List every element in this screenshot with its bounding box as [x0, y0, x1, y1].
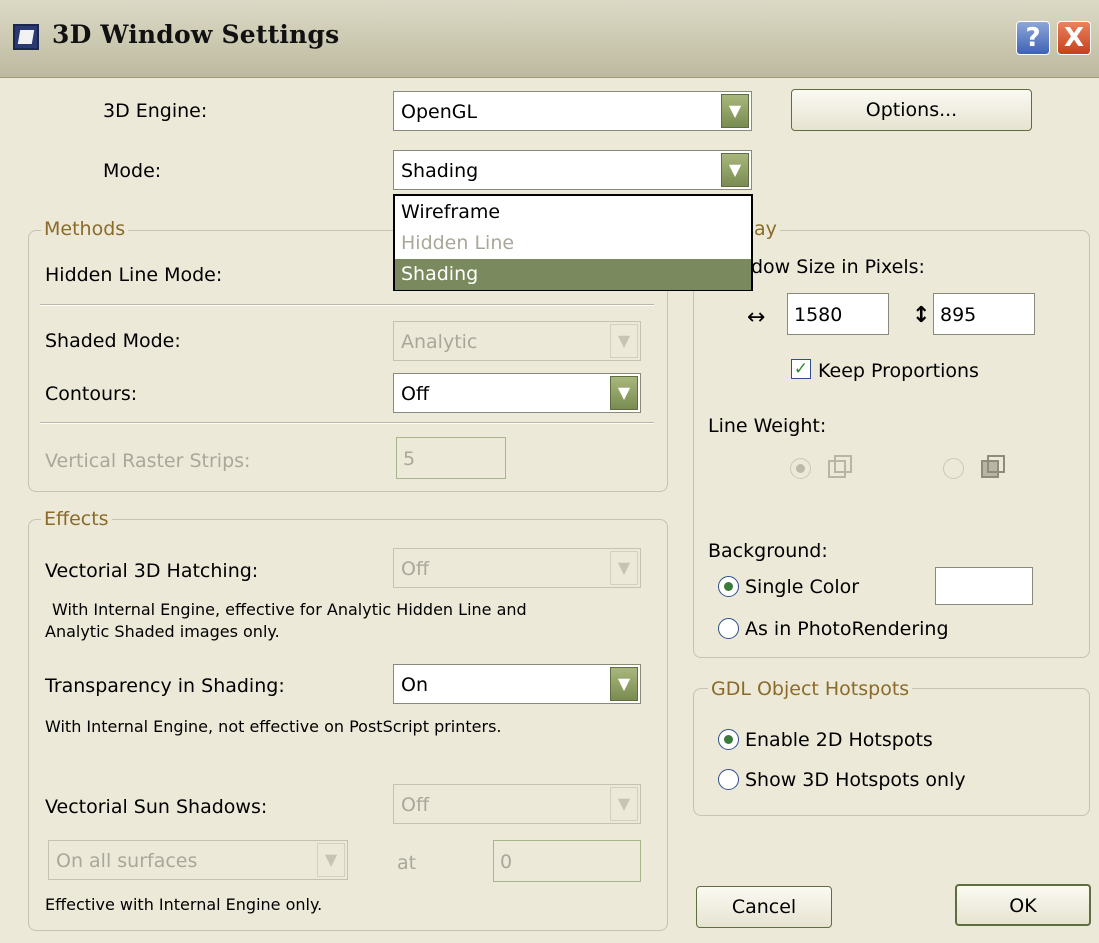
shaded-mode-select[interactable]: Analytic ▼ — [393, 321, 641, 361]
sun-shadows-label: Vectorial Sun Shadows: — [45, 796, 268, 818]
chevron-down-icon[interactable]: ▼ — [317, 843, 345, 877]
mode-dropdown-list: Wireframe Hidden Line Shading — [393, 194, 753, 291]
chevron-down-icon[interactable]: ▼ — [610, 551, 638, 585]
hatching-select[interactable]: Off ▼ — [393, 548, 641, 588]
width-arrow-icon: ↔ — [747, 305, 766, 330]
transparency-label: Transparency in Shading: — [45, 675, 285, 697]
enable-2d-label: Enable 2D Hotspots — [745, 729, 933, 751]
sun-shadows-value: Off — [401, 794, 430, 816]
mode-select[interactable]: Shading ▼ — [393, 150, 752, 190]
height-value: 895 — [940, 304, 977, 326]
hatching-value: Off — [401, 558, 430, 580]
shaded-mode-label: Shaded Mode: — [45, 330, 181, 352]
divider — [40, 304, 654, 306]
engine-select[interactable]: OpenGL ▼ — [393, 91, 752, 131]
hatching-note-1: With Internal Engine, effective for Anal… — [52, 600, 527, 619]
gdl-group — [693, 688, 1090, 816]
transparency-note: With Internal Engine, not effective on P… — [45, 717, 502, 736]
help-button[interactable]: ? — [1016, 21, 1050, 55]
dropdown-item-wireframe[interactable]: Wireframe — [395, 197, 751, 228]
show-3d-radio[interactable] — [718, 769, 739, 790]
contours-select[interactable]: Off ▼ — [393, 373, 641, 413]
engine-label: 3D Engine: — [103, 100, 208, 122]
contours-label: Contours: — [45, 383, 138, 405]
dropdown-item-hidden-line[interactable]: Hidden Line — [395, 228, 751, 259]
photorendering-label: As in PhotoRendering — [745, 618, 949, 640]
at-label: at — [397, 852, 417, 874]
line-weight-radio-2[interactable] — [943, 458, 964, 479]
chevron-down-icon[interactable]: ▼ — [610, 667, 638, 701]
hatching-label: Vectorial 3D Hatching: — [45, 560, 259, 582]
dropdown-item-shading[interactable]: Shading — [395, 259, 751, 290]
height-field[interactable]: 895 — [933, 293, 1035, 335]
gdl-legend: GDL Object Hotspots — [708, 678, 913, 700]
mode-value: Shading — [401, 160, 479, 182]
line-weight-label: Line Weight: — [708, 415, 827, 437]
solid-box-icon — [981, 455, 1005, 478]
raster-field[interactable]: 5 — [396, 437, 506, 479]
background-label: Background: — [708, 540, 828, 562]
width-value: 1580 — [794, 304, 843, 326]
sun-shadows-select[interactable]: Off ▼ — [393, 784, 641, 824]
keep-proportions-label: Keep Proportions — [818, 360, 979, 382]
chevron-down-icon[interactable]: ▼ — [721, 94, 749, 128]
divider — [40, 422, 654, 424]
app-icon — [13, 24, 39, 50]
transparency-value: On — [401, 674, 428, 696]
single-color-radio[interactable] — [718, 576, 739, 597]
raster-label: Vertical Raster Strips: — [45, 450, 251, 472]
close-button[interactable]: X — [1057, 21, 1091, 55]
surfaces-value: On all surfaces — [56, 850, 198, 872]
hidden-line-mode-label: Hidden Line Mode: — [45, 264, 223, 286]
line-weight-radio-1[interactable] — [790, 458, 811, 479]
at-field[interactable]: 0 — [493, 840, 641, 882]
window-size-label: dow Size in Pixels: — [751, 256, 925, 278]
hatching-note-2: Analytic Shaded images only. — [45, 622, 280, 641]
show-3d-label: Show 3D Hotspots only — [745, 769, 966, 791]
color-swatch[interactable] — [935, 567, 1033, 605]
height-arrow-icon: ↕ — [912, 303, 931, 328]
raster-value: 5 — [403, 448, 416, 470]
transparency-select[interactable]: On ▼ — [393, 664, 641, 704]
effects-legend: Effects — [41, 508, 112, 530]
keep-proportions-checkbox[interactable]: ✓ — [791, 359, 811, 379]
engine-value: OpenGL — [401, 101, 478, 123]
single-color-label: Single Color — [745, 576, 860, 598]
chevron-down-icon[interactable]: ▼ — [610, 376, 638, 410]
photorendering-radio[interactable] — [718, 618, 739, 639]
contours-value: Off — [401, 383, 430, 405]
wireframe-box-icon — [828, 455, 852, 478]
mode-label: Mode: — [103, 160, 162, 182]
at-value: 0 — [500, 851, 513, 873]
sun-shadows-note: Effective with Internal Engine only. — [45, 895, 323, 914]
methods-legend: Methods — [41, 218, 129, 240]
window-title: 3D Window Settings — [52, 20, 340, 49]
chevron-down-icon[interactable]: ▼ — [610, 787, 638, 821]
width-field[interactable]: 1580 — [787, 293, 889, 335]
surfaces-select[interactable]: On all surfaces ▼ — [48, 840, 348, 880]
display-legend: ay — [751, 218, 780, 240]
options-button[interactable]: Options... — [791, 89, 1032, 131]
chevron-down-icon[interactable]: ▼ — [721, 153, 749, 187]
cancel-button[interactable]: Cancel — [696, 886, 832, 928]
enable-2d-radio[interactable] — [718, 729, 739, 750]
chevron-down-icon[interactable]: ▼ — [610, 324, 638, 358]
shaded-mode-value: Analytic — [401, 331, 478, 353]
ok-button[interactable]: OK — [955, 884, 1091, 926]
